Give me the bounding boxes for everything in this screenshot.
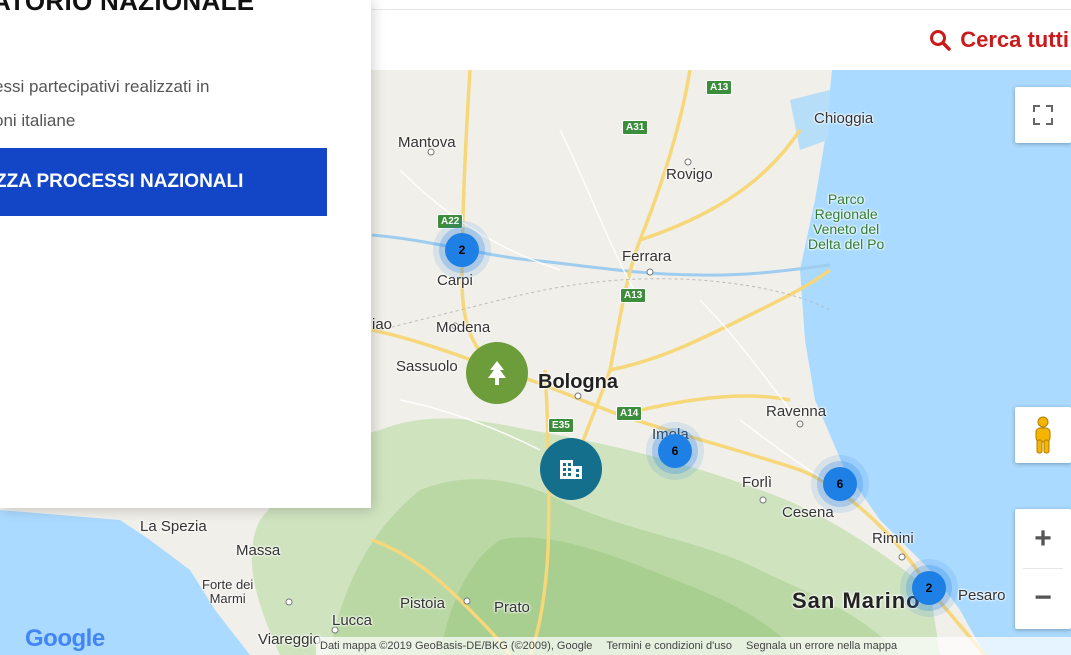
park-line-2: Regionale: [814, 206, 878, 222]
attribution-report-link[interactable]: Segnala un errore nella mappa: [746, 640, 897, 652]
search-all-button[interactable]: Cerca tutti: [928, 27, 1069, 53]
place-la-spezia: La Spezia: [140, 518, 207, 535]
place-parco-delta-po: Parco Regionale Veneto del Delta del Po: [808, 192, 884, 252]
cluster-marker-carpi[interactable]: 2: [445, 233, 479, 267]
tree-icon: [488, 361, 506, 385]
cluster-marker-san-marino[interactable]: 2: [912, 571, 946, 605]
road-shield-e35: E35: [548, 418, 574, 433]
forte-line-2: Marmi: [209, 591, 246, 606]
fullscreen-icon: [1033, 105, 1053, 125]
place-cesena: Cesena: [782, 504, 834, 521]
attribution-data: Dati mappa ©2019 GeoBasis-DE/BKG (©2009)…: [320, 640, 593, 652]
map-attribution: Dati mappa ©2019 GeoBasis-DE/BKG (©2009)…: [316, 637, 1071, 655]
place-viareggio: Viareggio: [258, 631, 322, 648]
place-modena: Modena: [436, 319, 491, 336]
place-fragment-left: iao: [372, 316, 393, 333]
search-all-label: Cerca tutti: [960, 27, 1069, 52]
place-forli: Forlì: [742, 474, 772, 491]
place-pesaro: Pesaro: [958, 587, 1006, 604]
place-chioggia: Chioggia: [814, 110, 874, 127]
place-ferrara: Ferrara: [622, 248, 672, 265]
place-massa: Massa: [236, 542, 281, 559]
zoom-divider: [1023, 568, 1063, 569]
cta-label: ZZA PROCESSI NAZIONALI: [0, 171, 244, 192]
place-sassuolo: Sassuolo: [396, 358, 458, 375]
road-shield-a22: A22: [437, 214, 464, 229]
panel-description-line-2: oni italiane: [0, 111, 76, 130]
place-ravenna: Ravenna: [766, 403, 827, 420]
cluster-marker-cesena[interactable]: 6: [823, 467, 857, 501]
park-line-4: Delta del Po: [808, 236, 885, 252]
panel-description: essi partecipativi realizzati in oni ita…: [0, 70, 209, 138]
search-icon: [930, 30, 951, 51]
cluster-marker-imola[interactable]: 6: [658, 434, 692, 468]
google-logo: Google: [25, 625, 105, 653]
view-national-processes-button[interactable]: ZZA PROCESSI NAZIONALI: [0, 148, 327, 216]
place-mantova: Mantova: [398, 134, 456, 151]
place-carpi: Carpi: [437, 272, 473, 289]
park-line-3: Veneto del: [813, 221, 880, 237]
place-bologna: Bologna: [538, 371, 618, 393]
panel-description-line-1: essi partecipativi realizzati in: [0, 77, 210, 96]
place-lucca: Lucca: [332, 612, 373, 629]
road-shield-a14: A14: [616, 406, 643, 421]
info-panel: ATORIO NAZIONALE essi partecipativi real…: [0, 0, 371, 508]
place-rimini: Rimini: [872, 530, 914, 547]
park-line-1: Parco: [827, 191, 865, 207]
zoom-out-button[interactable]: −: [1015, 568, 1071, 628]
road-shield-a13: A13: [706, 80, 733, 95]
building-icon: [560, 460, 582, 479]
place-rovigo: Rovigo: [666, 166, 713, 183]
place-prato: Prato: [494, 599, 530, 616]
tree-marker[interactable]: [466, 342, 528, 404]
pegman-icon: [1035, 416, 1051, 454]
panel-title: ATORIO NAZIONALE: [0, 0, 255, 16]
road-shield-a13-mid: A13: [620, 288, 647, 303]
road-shield-a31: A31: [622, 120, 649, 135]
place-pistoia: Pistoia: [400, 595, 446, 612]
google-logo-text: Google: [25, 625, 105, 652]
zoom-in-button[interactable]: +: [1015, 509, 1071, 568]
building-marker[interactable]: [540, 438, 602, 500]
fullscreen-button[interactable]: [1015, 87, 1071, 143]
place-san-marino: San Marino: [792, 588, 921, 613]
street-view-pegman[interactable]: [1015, 407, 1071, 463]
place-forte-dei-marmi: Forte dei Marmi: [202, 578, 253, 606]
attribution-terms-link[interactable]: Termini e condizioni d'uso: [606, 640, 732, 652]
top-divider: [372, 9, 1071, 10]
zoom-control: + −: [1015, 509, 1071, 629]
forte-line-1: Forte dei: [202, 577, 254, 592]
